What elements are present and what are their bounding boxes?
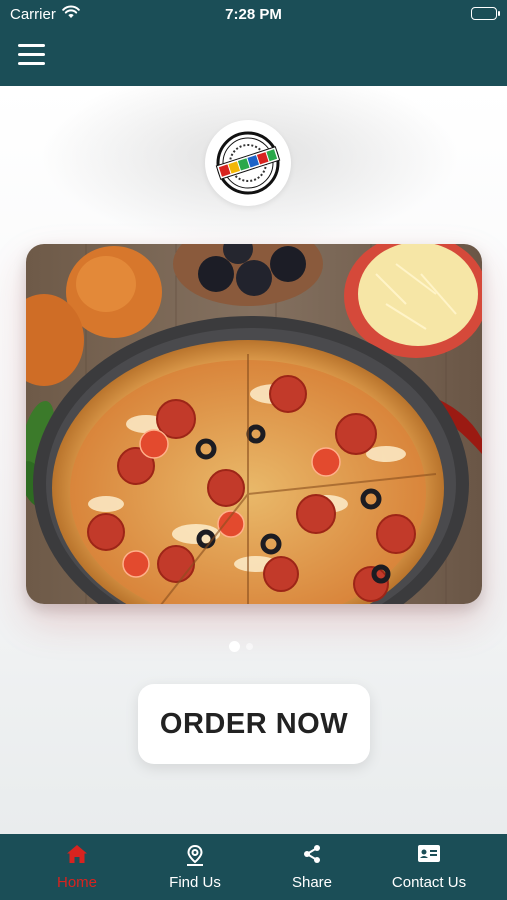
tab-home-label: Home <box>56 874 97 891</box>
home-icon <box>14 844 140 866</box>
share-icon <box>249 844 375 866</box>
contact-card-icon <box>366 844 492 866</box>
tab-contact-us[interactable]: Contact Us <box>366 834 492 900</box>
location-pin-icon <box>132 844 258 866</box>
bottom-tab-bar: Home Find Us Share Contact Us <box>0 834 507 900</box>
tab-share[interactable]: Share <box>249 834 375 900</box>
slider-page-dot[interactable] <box>246 643 253 650</box>
slider-page-dot-active[interactable] <box>229 641 240 652</box>
main-content: ORDER NOW <box>0 86 507 834</box>
hamburger-menu-icon[interactable] <box>18 44 45 66</box>
top-nav-bar <box>0 30 507 86</box>
tab-home[interactable]: Home <box>14 834 140 900</box>
hero-image-slider[interactable] <box>26 244 482 604</box>
status-time: 7:28 PM <box>225 6 282 23</box>
order-now-button[interactable]: ORDER NOW <box>138 684 370 764</box>
tab-find-us-label: Find Us <box>169 874 221 891</box>
battery-icon <box>471 7 500 20</box>
tab-contact-us-label: Contact Us <box>391 874 467 891</box>
pizza-baby-logo <box>205 120 291 206</box>
tab-find-us[interactable]: Find Us <box>132 834 258 900</box>
pizza-photo <box>26 244 482 604</box>
status-bar: Carrier 7:28 PM <box>0 0 507 30</box>
tab-share-label: Share <box>291 874 333 891</box>
